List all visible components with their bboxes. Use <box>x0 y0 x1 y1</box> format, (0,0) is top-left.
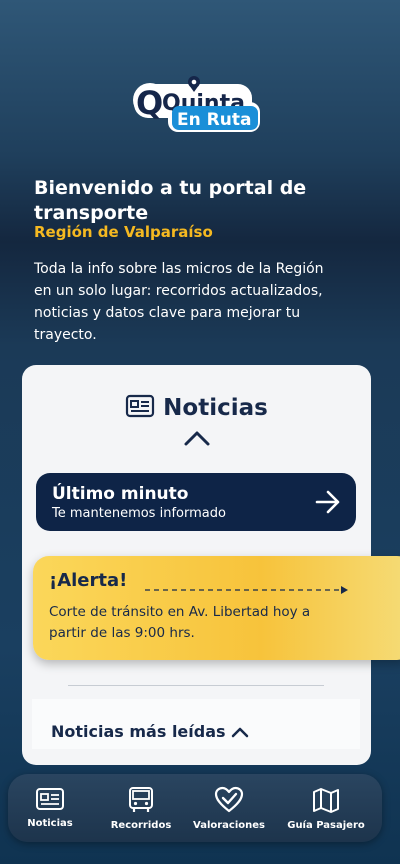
map-icon <box>313 788 339 813</box>
alert-banner[interactable]: ¡Alerta! Corte de tránsito en Av. Libert… <box>33 556 400 660</box>
nav-label: Recorridos <box>110 820 172 831</box>
newspaper-icon <box>36 788 64 810</box>
arrow-right-icon <box>314 489 342 515</box>
newspaper-icon <box>125 393 155 423</box>
news-title: Noticias <box>163 395 268 421</box>
last-minute-subtitle: Te mantenemos informado <box>52 506 226 521</box>
divider <box>68 685 324 686</box>
nav-item-recorridos[interactable]: Recorridos <box>110 774 172 842</box>
nav-item-valoraciones[interactable]: Valoraciones <box>192 774 266 842</box>
alert-title: ¡Alerta! <box>49 570 128 591</box>
bus-icon <box>129 787 153 812</box>
last-minute-title: Último minuto <box>52 484 189 504</box>
svg-text:Q: Q <box>136 84 163 122</box>
app-logo: Q Quinta En Ruta <box>132 74 262 138</box>
chevron-up-icon[interactable] <box>183 429 211 447</box>
most-read-section[interactable]: Noticias más leídas <box>32 699 360 749</box>
dashed-arrow-icon <box>145 580 349 594</box>
nav-label: Noticias <box>27 818 73 829</box>
region-label: Región de Valparaíso <box>34 223 213 241</box>
hero-title: Bienvenido a tu portal de transporte <box>34 177 307 224</box>
most-read-label: Noticias más leídas <box>51 722 226 741</box>
bottom-nav: Noticias Recorridos Valoraciones Guía Pa… <box>8 774 382 842</box>
nav-item-noticias[interactable]: Noticias <box>22 774 78 842</box>
svg-text:En Ruta: En Ruta <box>177 110 251 130</box>
heart-check-icon <box>214 786 244 813</box>
news-header[interactable]: Noticias <box>22 393 371 423</box>
nav-label: Guía Pasajero <box>287 820 365 831</box>
hero-description: Toda la info sobre las micros de la Regi… <box>34 261 324 343</box>
nav-label: Valoraciones <box>193 820 265 831</box>
alert-body: Corte de tránsito en Av. Libertad hoy a … <box>49 604 311 641</box>
chevron-up-icon[interactable] <box>230 724 250 738</box>
nav-item-guia-pasajero[interactable]: Guía Pasajero <box>286 774 366 842</box>
last-minute-button[interactable]: Último minuto Te mantenemos informado <box>36 473 356 531</box>
